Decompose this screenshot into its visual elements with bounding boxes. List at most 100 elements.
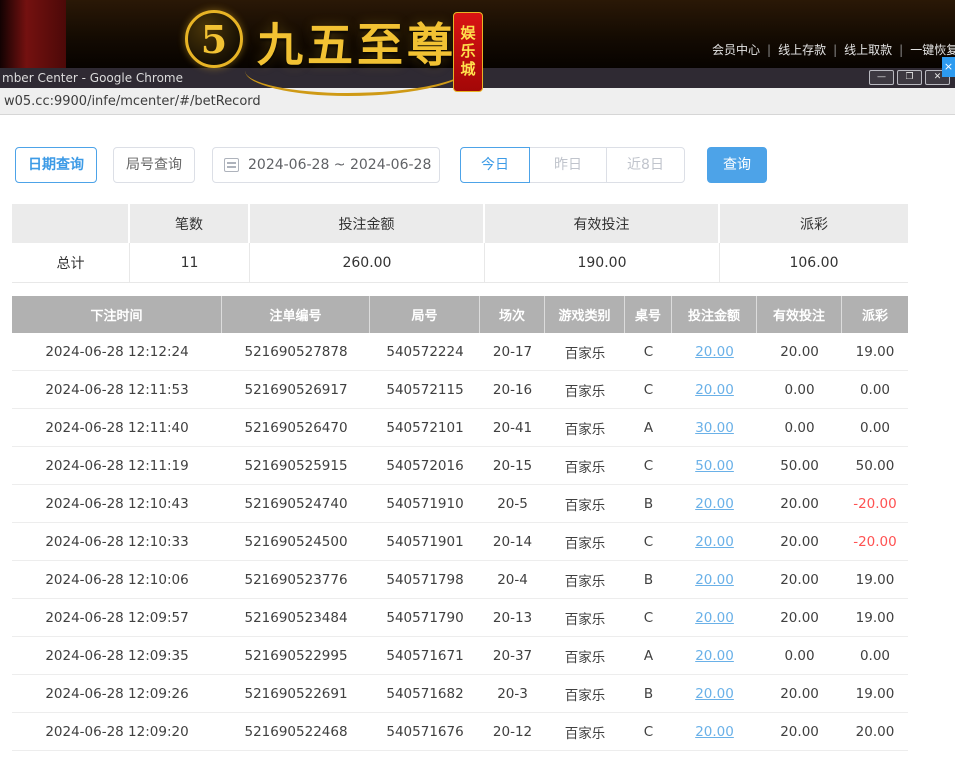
table-row: 2024-06-28 12:11:53521690526917540572115… xyxy=(12,371,908,409)
valid-bet: 0.00 xyxy=(757,409,842,446)
table-row: 2024-06-28 12:09:57521690523484540571790… xyxy=(12,599,908,637)
nav-link[interactable]: 线上存款 xyxy=(778,43,826,57)
game-type: 百家乐 xyxy=(545,713,625,750)
bet-amount-link[interactable]: 20.00 xyxy=(672,675,757,712)
summary-total-cell: 190.00 xyxy=(485,243,720,282)
summary-total-cell: 260.00 xyxy=(250,243,485,282)
quick-range-group: 今日昨日近8日 xyxy=(460,147,685,183)
table-row: 2024-06-28 12:09:20521690522468540571676… xyxy=(12,713,908,751)
bet-amount-link[interactable]: 20.00 xyxy=(672,561,757,598)
nav-link[interactable]: 会员中心 xyxy=(712,43,760,57)
column-header: 局号 xyxy=(370,296,480,333)
date-range-value: 2024-06-28 ~ 2024-06-28 xyxy=(248,157,431,173)
corner-close-button[interactable]: × xyxy=(942,57,955,77)
payout: -20.00 xyxy=(842,485,908,522)
valid-bet: 20.00 xyxy=(757,561,842,598)
valid-bet: 20.00 xyxy=(757,333,842,370)
game-type: 百家乐 xyxy=(545,409,625,446)
round-id: 540571910 xyxy=(370,485,480,522)
column-header: 投注金额 xyxy=(672,296,757,333)
valid-bet: 20.00 xyxy=(757,485,842,522)
bet-time: 2024-06-28 12:11:40 xyxy=(12,409,222,446)
quick-range-button[interactable]: 近8日 xyxy=(606,147,685,183)
round-query-tab[interactable]: 局号查询 xyxy=(113,147,195,183)
window-title: mber Center - Google Chrome xyxy=(2,71,183,85)
bet-table-body: 2024-06-28 12:12:24521690527878540572224… xyxy=(12,333,908,751)
bet-time: 2024-06-28 12:10:33 xyxy=(12,523,222,560)
game-type: 百家乐 xyxy=(545,333,625,370)
bet-time: 2024-06-28 12:09:20 xyxy=(12,713,222,750)
nav-separator: | xyxy=(899,43,903,57)
minimize-button[interactable]: — xyxy=(869,70,894,85)
bet-id: 521690527878 xyxy=(222,333,370,370)
table-no: C xyxy=(625,523,672,560)
summary-total-cell: 106.00 xyxy=(720,243,908,282)
game-type: 百家乐 xyxy=(545,599,625,636)
bet-amount-link[interactable]: 20.00 xyxy=(672,599,757,636)
game-type: 百家乐 xyxy=(545,675,625,712)
game-type: 百家乐 xyxy=(545,523,625,560)
summary-total-row: 总计11260.00190.00106.00 xyxy=(12,243,908,283)
quick-range-button[interactable]: 今日 xyxy=(460,147,530,183)
bet-amount-link[interactable]: 50.00 xyxy=(672,447,757,484)
summary-column-header: 笔数 xyxy=(130,204,250,243)
site-logo: 5 九五至尊 娱乐城 xyxy=(185,4,495,100)
bet-amount-link[interactable]: 20.00 xyxy=(672,637,757,674)
bet-amount-link[interactable]: 20.00 xyxy=(672,523,757,560)
table-no: B xyxy=(625,675,672,712)
logo-emblem-icon: 5 xyxy=(185,10,243,68)
session: 20-16 xyxy=(480,371,545,408)
top-nav: 会员中心|线上存款|线上取款|一键恢复 xyxy=(712,41,955,58)
bet-id: 521690526917 xyxy=(222,371,370,408)
bet-amount-link[interactable]: 20.00 xyxy=(672,333,757,370)
bet-amount-link[interactable]: 20.00 xyxy=(672,485,757,522)
session: 20-13 xyxy=(480,599,545,636)
round-id: 540571798 xyxy=(370,561,480,598)
summary-column-header: 投注金额 xyxy=(250,204,485,243)
search-button[interactable]: 查询 xyxy=(707,147,767,183)
date-range-input[interactable]: 2024-06-28 ~ 2024-06-28 xyxy=(212,147,440,183)
bet-id: 521690522995 xyxy=(222,637,370,674)
round-id: 540571901 xyxy=(370,523,480,560)
summary-column-header xyxy=(12,204,130,243)
nav-link[interactable]: 线上取款 xyxy=(844,43,892,57)
payout: -20.00 xyxy=(842,523,908,560)
table-no: A xyxy=(625,637,672,674)
table-row: 2024-06-28 12:10:33521690524500540571901… xyxy=(12,523,908,561)
quick-range-button[interactable]: 昨日 xyxy=(529,147,607,183)
game-type: 百家乐 xyxy=(545,485,625,522)
session: 20-14 xyxy=(480,523,545,560)
summary-header-row: 笔数投注金额有效投注派彩 xyxy=(12,204,908,243)
table-no: C xyxy=(625,333,672,370)
table-no: B xyxy=(625,485,672,522)
bet-amount-link[interactable]: 30.00 xyxy=(672,409,757,446)
column-header: 桌号 xyxy=(625,296,672,333)
date-query-tab[interactable]: 日期查询 xyxy=(15,147,97,183)
game-type: 百家乐 xyxy=(545,447,625,484)
summary-table: 笔数投注金额有效投注派彩 总计11260.00190.00106.00 xyxy=(12,204,908,283)
calendar-icon xyxy=(224,158,239,172)
game-type: 百家乐 xyxy=(545,637,625,674)
table-row: 2024-06-28 12:11:19521690525915540572016… xyxy=(12,447,908,485)
session: 20-37 xyxy=(480,637,545,674)
column-header: 有效投注 xyxy=(757,296,842,333)
valid-bet: 20.00 xyxy=(757,599,842,636)
session: 20-5 xyxy=(480,485,545,522)
bet-time: 2024-06-28 12:10:06 xyxy=(12,561,222,598)
bet-amount-link[interactable]: 20.00 xyxy=(672,371,757,408)
bet-time: 2024-06-28 12:10:43 xyxy=(12,485,222,522)
valid-bet: 0.00 xyxy=(757,637,842,674)
session: 20-15 xyxy=(480,447,545,484)
round-id: 540572224 xyxy=(370,333,480,370)
round-id: 540572101 xyxy=(370,409,480,446)
nav-link[interactable]: 一键恢复 xyxy=(910,43,955,57)
session: 20-4 xyxy=(480,561,545,598)
column-header: 注单编号 xyxy=(222,296,370,333)
payout: 0.00 xyxy=(842,409,908,446)
maximize-button[interactable]: ❐ xyxy=(897,70,922,85)
bet-time: 2024-06-28 12:09:57 xyxy=(12,599,222,636)
round-id: 540572115 xyxy=(370,371,480,408)
bet-amount-link[interactable]: 20.00 xyxy=(672,713,757,750)
game-type: 百家乐 xyxy=(545,371,625,408)
bet-time: 2024-06-28 12:09:26 xyxy=(12,675,222,712)
